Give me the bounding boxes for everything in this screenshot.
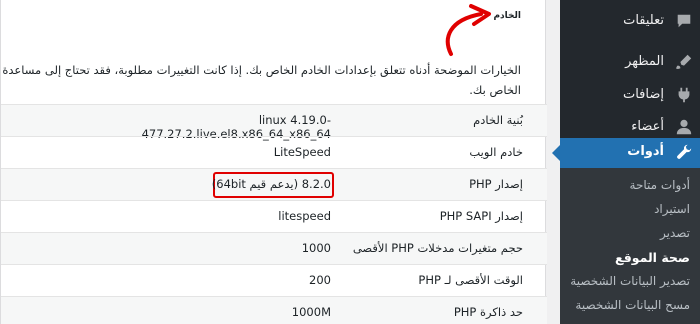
active-indicator bbox=[552, 145, 560, 161]
sidebar-item-plugins[interactable]: إضافات bbox=[560, 80, 700, 112]
sidebar-item-label: تعليقات bbox=[623, 13, 664, 28]
row-label: خادم الويب bbox=[469, 145, 523, 159]
section-description: الخيارات الموضحة أدناه تتعلق بإعدادات ال… bbox=[0, 60, 521, 100]
admin-sidebar: تعليقات المظهر إضافات أعضاء أدوات أدوات … bbox=[552, 0, 700, 324]
submenu-export[interactable]: تصدير bbox=[660, 226, 690, 240]
sidebar-item-appearance[interactable]: المظهر bbox=[560, 47, 700, 79]
users-icon bbox=[674, 118, 694, 138]
row-label: إصدار PHP bbox=[469, 177, 523, 191]
admin-page: تعليقات المظهر إضافات أعضاء أدوات أدوات … bbox=[0, 0, 700, 324]
submenu-export-personal-data[interactable]: تصدير البيانات الشخصية bbox=[570, 274, 690, 288]
description-line: الخيارات الموضحة أدناه تتعلق بإعدادات ال… bbox=[0, 63, 521, 77]
sidebar-item-comments[interactable]: تعليقات bbox=[560, 6, 700, 38]
table-row: إصدار PHP 8.2.0 (يدعم قيم 64bit) bbox=[1, 168, 547, 200]
sidebar-item-label: أعضاء bbox=[631, 119, 664, 134]
sidebar-item-tools[interactable]: أدوات bbox=[552, 138, 700, 168]
row-value: litespeed bbox=[278, 209, 331, 223]
row-value: 200 bbox=[309, 273, 331, 287]
wrench-icon bbox=[674, 143, 694, 163]
site-health-panel: الخادم الخيارات الموضحة أدناه تتعلق بإعد… bbox=[0, 0, 547, 324]
sidebar-item-label: المظهر bbox=[625, 54, 664, 69]
comments-icon bbox=[674, 12, 694, 32]
row-value: 1000M bbox=[291, 305, 331, 319]
sidebar-item-label: أدوات bbox=[627, 144, 664, 159]
submenu-site-health[interactable]: صحة الموقع bbox=[615, 250, 690, 265]
table-row: الوقت الأقصى لـ PHP 200 bbox=[1, 264, 547, 296]
submenu-import[interactable]: استيراد bbox=[654, 202, 690, 216]
submenu-erase-personal-data[interactable]: مسح البيانات الشخصية bbox=[575, 298, 690, 312]
row-value: 1000 bbox=[301, 241, 331, 255]
annotation-arrow-icon bbox=[445, 4, 491, 56]
row-label: حجم متغيرات مدخلات PHP الأقصى bbox=[352, 241, 523, 255]
row-label: بُنية الخادم bbox=[473, 113, 523, 127]
description-line: الخاص بك. bbox=[469, 83, 521, 97]
row-label: إصدار PHP SAPI bbox=[439, 209, 523, 223]
server-info-table: بُنية الخادم linux 4.19.0-477.27.2.live.… bbox=[1, 104, 547, 324]
tools-submenu: أدوات متاحة استيراد تصدير صحة الموقع تصد… bbox=[560, 168, 700, 324]
paintbrush-icon bbox=[674, 53, 694, 73]
submenu-available-tools[interactable]: أدوات متاحة bbox=[630, 178, 690, 192]
table-row: إصدار PHP SAPI litespeed bbox=[1, 200, 547, 232]
row-label: الوقت الأقصى لـ PHP bbox=[418, 273, 523, 287]
table-row: بُنية الخادم linux 4.19.0-477.27.2.live.… bbox=[1, 104, 547, 141]
sidebar-item-label: إضافات bbox=[622, 87, 664, 102]
row-value: LiteSpeed bbox=[273, 145, 331, 159]
section-title: الخادم bbox=[493, 11, 521, 21]
plugins-icon bbox=[674, 86, 694, 106]
table-row: خادم الويب LiteSpeed bbox=[1, 136, 547, 168]
row-value: 8.2.0 (يدعم قيم 64bit) bbox=[211, 177, 331, 191]
table-row: حد ذاكرة PHP 1000M bbox=[1, 296, 547, 324]
table-row: حجم متغيرات مدخلات PHP الأقصى 1000 bbox=[1, 232, 547, 264]
row-label: حد ذاكرة PHP bbox=[453, 305, 523, 319]
